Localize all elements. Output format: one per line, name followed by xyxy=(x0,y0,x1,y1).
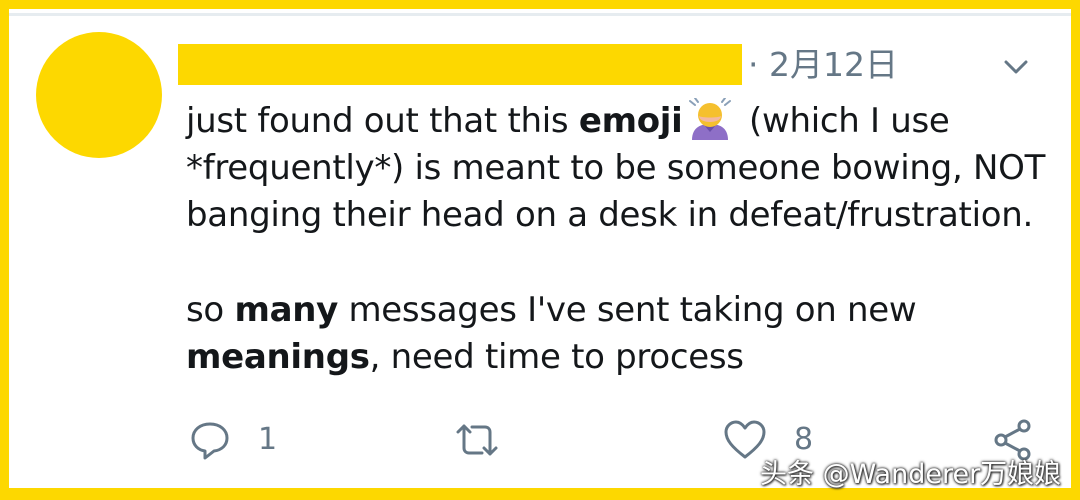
text-span: so xyxy=(186,290,235,330)
username-redaction xyxy=(178,44,742,85)
tweet-line: just found out that this emoji (which I … xyxy=(186,97,1046,145)
tweet-line: banging their head on a desk in defeat/f… xyxy=(186,195,1033,235)
avatar[interactable] xyxy=(36,32,162,158)
text-span: just found out that this xyxy=(186,101,579,141)
tweet-line: so many messages I've sent taking on new xyxy=(186,287,1046,334)
retweet-icon[interactable] xyxy=(452,418,502,462)
watermark: 头条 @Wanderer万娘娘 xyxy=(760,459,1062,490)
bold-meanings-word: meanings xyxy=(186,337,370,377)
tweet-text: just found out that this emoji (which I … xyxy=(186,97,1046,381)
text-span: , need time to process xyxy=(369,337,744,377)
reply-icon[interactable] xyxy=(188,418,232,462)
top-divider xyxy=(9,13,1071,16)
text-span: messages I've sent taking on new xyxy=(337,290,917,330)
tweet-line: meanings, need time to process xyxy=(186,334,1046,381)
text-span: (which I use xyxy=(738,101,950,141)
bold-emoji-word: emoji xyxy=(578,101,683,141)
chevron-down-icon[interactable] xyxy=(999,50,1033,84)
person-bowing-emoji-icon xyxy=(686,97,734,140)
tweet-date[interactable]: · 2月12日 xyxy=(748,42,898,88)
bold-many-word: many xyxy=(234,290,338,330)
tweet-line: *frequently*) is meant to be someone bow… xyxy=(186,148,1046,188)
reply-count: 1 xyxy=(258,422,278,457)
